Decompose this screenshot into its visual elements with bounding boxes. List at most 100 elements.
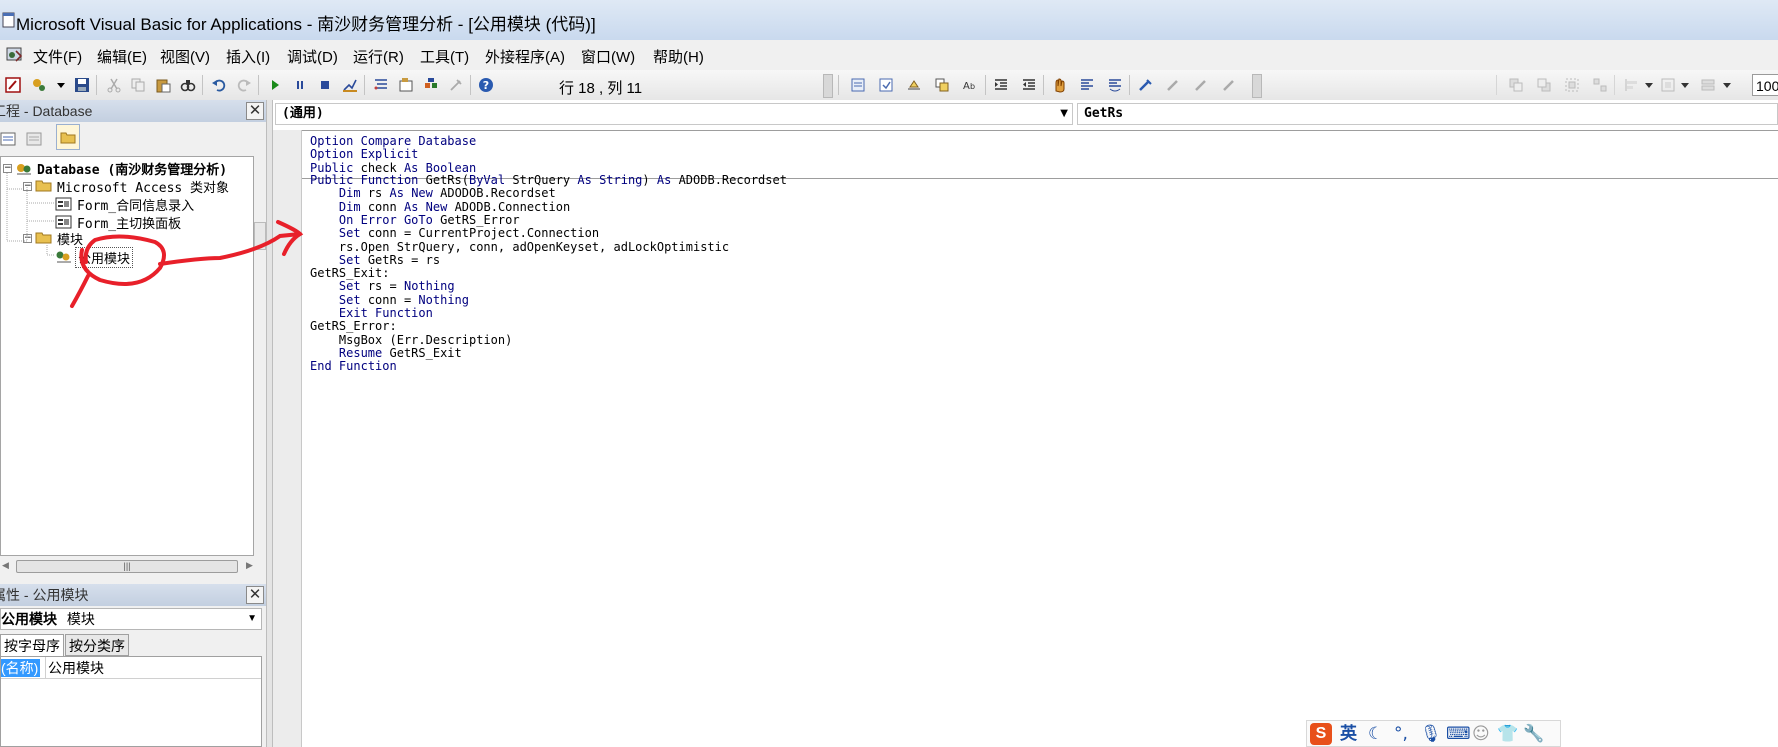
toggle-bookmark-icon[interactable]: [1137, 77, 1153, 93]
chevron-down-icon[interactable]: [1680, 77, 1690, 93]
menu-edit[interactable]: 编辑(E): [97, 46, 147, 67]
save-icon[interactable]: [74, 77, 90, 93]
tab-alphabetic[interactable]: 按字母序: [0, 634, 64, 656]
center-in-form-icon[interactable]: [1660, 77, 1676, 93]
svg-text:?: ?: [483, 79, 489, 92]
view-code-icon[interactable]: [0, 130, 18, 148]
make-same-size-icon[interactable]: [1700, 77, 1716, 93]
toolbar-grip[interactable]: [1252, 74, 1262, 98]
menu-file[interactable]: 文件(F): [33, 46, 82, 67]
undo-icon[interactable]: [211, 77, 227, 93]
complete-word-icon[interactable]: Ab: [962, 77, 978, 93]
copy-icon[interactable]: [130, 77, 146, 93]
toolbox-icon[interactable]: [448, 77, 464, 93]
previous-bookmark-icon[interactable]: [1193, 77, 1209, 93]
clear-bookmarks-icon[interactable]: [1221, 77, 1237, 93]
menu-help[interactable]: 帮助(H): [653, 46, 704, 67]
menu-run[interactable]: 运行(R): [353, 46, 404, 67]
menu-tools[interactable]: 工具(T): [420, 46, 469, 67]
menu-bar: 文件(F) 编辑(E) 视图(V) 插入(I) 调试(D) 运行(R) 工具(T…: [0, 40, 1778, 70]
bring-to-front-icon[interactable]: [1508, 77, 1524, 93]
project-vscroll[interactable]: [254, 222, 266, 250]
code-line[interactable]: End Function: [310, 359, 397, 374]
dock-splitter[interactable]: [266, 100, 273, 747]
project-panel-title: 工程 - Database: [0, 103, 93, 119]
properties-object-select[interactable]: 公用模块 模块 ▼: [0, 608, 262, 630]
quick-info-icon[interactable]: [906, 77, 922, 93]
chevron-down-icon[interactable]: ▼: [1060, 104, 1068, 124]
close-icon[interactable]: ✕: [246, 102, 264, 120]
object-combo-value: (通用): [282, 106, 324, 121]
punctuation-icon[interactable]: °,: [1394, 724, 1408, 744]
help-icon[interactable]: ?: [478, 77, 494, 93]
cursor-position-indicator: 行 18 , 列 11: [559, 80, 643, 97]
zoom-box[interactable]: 100: [1752, 74, 1778, 96]
user-icon[interactable]: ☺: [1472, 724, 1490, 744]
properties-window-icon[interactable]: [398, 77, 414, 93]
toolbar-grip[interactable]: [823, 74, 833, 98]
code-margin-indicator[interactable]: [273, 130, 302, 747]
cut-icon[interactable]: [106, 77, 122, 93]
chevron-down-icon[interactable]: [56, 77, 66, 93]
parameter-info-icon[interactable]: [934, 77, 950, 93]
close-icon[interactable]: ✕: [246, 586, 264, 604]
list-properties-icon[interactable]: [850, 77, 866, 93]
menu-insert[interactable]: 插入(I): [226, 46, 270, 67]
properties-panel-header: 属性 - 公用模块 ✕: [0, 584, 266, 606]
project-explorer-icon[interactable]: [373, 77, 389, 93]
ungroup-icon[interactable]: [1592, 77, 1608, 93]
properties-object-type: 模块: [66, 611, 95, 627]
next-bookmark-icon[interactable]: [1165, 77, 1181, 93]
tab-categorized[interactable]: 按分类序: [65, 634, 129, 656]
comment-block-icon[interactable]: [1079, 77, 1095, 93]
microphone-icon[interactable]: 🎙: [1420, 724, 1442, 744]
project-toolbar: [0, 122, 266, 156]
property-value[interactable]: 公用模块: [48, 659, 104, 677]
moon-icon[interactable]: ☾: [1368, 724, 1383, 744]
ime-mode-label[interactable]: 英: [1340, 724, 1357, 744]
run-icon[interactable]: [267, 77, 283, 93]
find-icon[interactable]: [180, 77, 196, 93]
project-hscroll[interactable]: ◀ ||| ▶: [0, 556, 266, 576]
send-to-back-icon[interactable]: [1536, 77, 1552, 93]
procedure-combo[interactable]: GetRs: [1077, 103, 1778, 125]
wrench-icon[interactable]: 🔧: [1523, 724, 1544, 744]
indent-icon[interactable]: [993, 77, 1009, 93]
pause-icon[interactable]: [292, 77, 308, 93]
paste-icon[interactable]: [155, 77, 171, 93]
properties-grid: (名称) 公用模块: [0, 656, 262, 747]
view-object-icon[interactable]: [26, 130, 44, 148]
align-icon[interactable]: [1624, 77, 1640, 93]
chevron-down-icon[interactable]: [1644, 77, 1654, 93]
menu-addins[interactable]: 外接程序(A): [485, 46, 565, 67]
title-bar: Microsoft Visual Basic for Applications …: [0, 0, 1778, 41]
menu-debug[interactable]: 调试(D): [287, 46, 338, 67]
stop-icon[interactable]: [317, 77, 333, 93]
code-editor[interactable]: Option Compare Database Option Explicit Pu…: [302, 130, 1778, 747]
sogou-logo-icon[interactable]: S: [1310, 723, 1332, 745]
chevron-down-icon[interactable]: [1722, 77, 1732, 93]
vba-editor-icon[interactable]: [4, 45, 24, 65]
object-combo[interactable]: (通用) ▼: [275, 103, 1073, 125]
property-name[interactable]: (名称): [1, 659, 41, 677]
insert-module-icon[interactable]: [31, 77, 47, 93]
toggle-breakpoint-icon[interactable]: [1051, 77, 1067, 93]
group-icon[interactable]: [1564, 77, 1580, 93]
redo-icon[interactable]: [236, 77, 252, 93]
svg-text:b: b: [970, 82, 975, 91]
toggle-folders-button[interactable]: [56, 124, 80, 150]
menu-view[interactable]: 视图(V): [160, 46, 210, 67]
skin-icon[interactable]: 👕: [1497, 724, 1518, 744]
menu-window[interactable]: 窗口(W): [581, 46, 635, 67]
chevron-down-icon[interactable]: ▼: [247, 609, 257, 629]
procedure-combo-value: GetRs: [1084, 106, 1124, 121]
project-tree: − Database (南沙财务管理分析) − Microsoft Access…: [0, 156, 254, 556]
view-access-icon[interactable]: [5, 77, 21, 93]
scroll-thumb[interactable]: |||: [16, 560, 238, 573]
keyboard-icon[interactable]: ⌨: [1446, 724, 1471, 744]
outdent-icon[interactable]: [1021, 77, 1037, 93]
design-mode-icon[interactable]: [342, 77, 358, 93]
uncomment-block-icon[interactable]: [1107, 77, 1123, 93]
list-constants-icon[interactable]: [878, 77, 894, 93]
object-browser-icon[interactable]: [423, 77, 439, 93]
